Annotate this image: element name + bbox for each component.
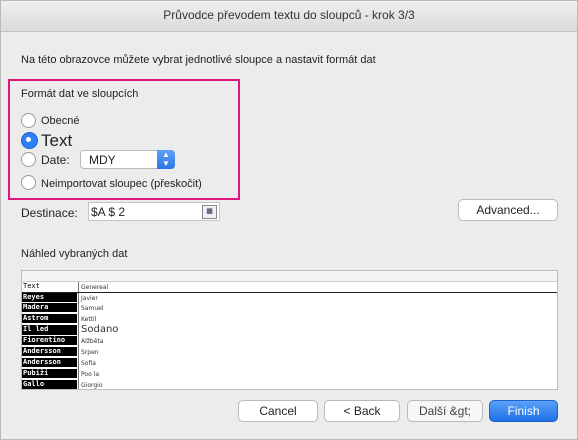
radio-general[interactable] (21, 113, 36, 128)
table-row: Poo la (81, 371, 99, 378)
destination-input[interactable]: $A $ 2 ▦ (88, 202, 220, 221)
preview-column-1[interactable]: Text Reyes Madera Astrom Il led Fiorenti… (22, 282, 77, 389)
col1-header: Text (22, 282, 77, 291)
dialog-window: Průvodce převodem textu do sloupců - kro… (0, 0, 578, 440)
radio-text-label: Text (41, 131, 73, 150)
table-row: Srpen (81, 349, 99, 356)
table-row: Kettil (81, 316, 97, 323)
range-picker-icon[interactable]: ▦ (202, 205, 217, 219)
destination-label: Destinace: (21, 206, 78, 220)
format-group-label: Formát dat ve sloupcích (21, 88, 139, 100)
radio-date[interactable] (21, 152, 36, 167)
radio-skip-label: Neimportovat sloupec (přeskočit) (41, 178, 202, 190)
advanced-button[interactable]: Advanced... (458, 199, 558, 221)
data-preview[interactable]: Text Reyes Madera Astrom Il led Fiorenti… (21, 270, 558, 390)
table-row: Pubiži (22, 369, 77, 378)
table-row: Giorgio (81, 382, 103, 389)
table-row: Sodano (81, 324, 119, 335)
instructions-text: Na této obrazovce můžete vybrat jednotli… (21, 54, 376, 66)
table-row: Madera (22, 303, 77, 312)
preview-column-2[interactable]: Genereal Javier Samuel Kettil Sodano Alž… (78, 282, 118, 389)
table-row: Andersson (22, 358, 77, 367)
chevron-updown-icon: ▲ ▼ (157, 150, 175, 169)
table-row: Il led (22, 325, 77, 335)
cancel-button[interactable]: Cancel (238, 400, 318, 422)
preview-ruler (22, 271, 557, 282)
table-row: Reyes (22, 293, 77, 302)
table-row: Astrom (22, 314, 77, 323)
preview-label: Náhled vybraných dat (21, 248, 128, 260)
table-row: Javier (81, 295, 98, 302)
radio-general-label: Obecné (41, 115, 80, 127)
radio-text[interactable] (21, 132, 38, 149)
radio-skip[interactable] (21, 175, 36, 190)
table-row: Gallo (22, 380, 77, 389)
table-row: Fiorentino (22, 336, 77, 345)
date-format-select[interactable]: MDY ▲ ▼ (80, 150, 175, 169)
col2-header: Genereal (81, 284, 109, 291)
window-title: Průvodce převodem textu do sloupců - kro… (163, 8, 415, 22)
finish-button[interactable]: Finish (489, 400, 558, 422)
table-row: Samuel (81, 305, 104, 312)
destination-value: $A $ 2 (91, 205, 126, 219)
radio-date-label: Date: (41, 153, 70, 167)
table-row: Andersson (22, 347, 77, 356)
table-row: Sofia (81, 360, 96, 367)
back-button[interactable]: < Back (324, 400, 400, 422)
table-row: Alžběta (81, 338, 104, 345)
next-button[interactable]: Další &gt; (407, 400, 483, 422)
preview-header-divider (22, 292, 557, 293)
date-format-value: MDY (89, 153, 116, 167)
title-bar: Průvodce převodem textu do sloupců - kro… (1, 1, 577, 32)
